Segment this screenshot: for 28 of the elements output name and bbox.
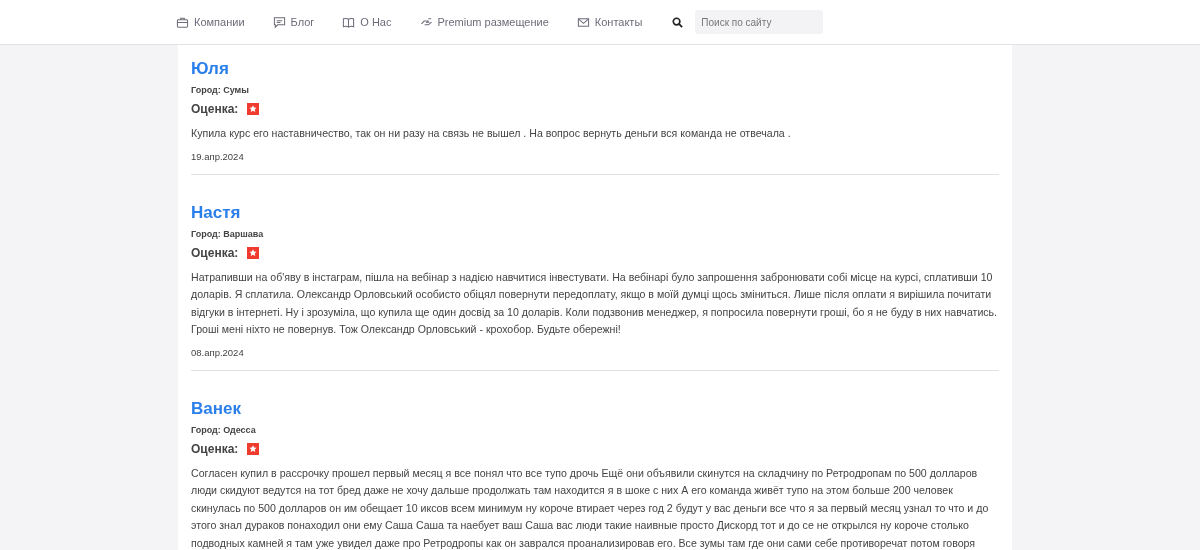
search-icon[interactable] bbox=[672, 16, 684, 28]
review-text: Купила курс его наставничество, так он ни разу на связь не вышел . На вопрос вернуть деньги вся команда не отвечала . bbox=[191, 126, 792, 141]
review-city: Город: Сумы bbox=[191, 85, 250, 95]
rating-label: Оценка: bbox=[191, 102, 239, 116]
nav-link[interactable]: Компании bbox=[176, 15, 245, 29]
star-icon bbox=[247, 246, 260, 259]
mail-icon bbox=[576, 15, 590, 29]
reviewer-name: Ванек bbox=[191, 398, 242, 419]
book-icon bbox=[342, 15, 356, 29]
review-date: 08.апр.2024 bbox=[191, 346, 245, 358]
reviewer-name: Юля bbox=[191, 59, 230, 79]
review-text: Натрапивши на об'яву в інстаграм, пішла на вебінар з надією навчитися інвестувати. На вебінарі було запрошення забронювати собі місце на курсі, сплативши 10 доларів. Я сплатила. Олександр Орловський особисто обіцял повернути передоплату, якщо в моїй думці щось зміниться. Лише після оплати я вирішила почитати відгуки в інтернеті. Ну і зрозуміла, що купила ще один досвід за 10 доларів. Коли подзвонив менеджер, я попросила повернути гроші, бо я не буду в них навчатись. Гроші мені ніхто не повернув. Тож Олександр Орловський - крохобор. Будьте обережні! bbox=[191, 269, 999, 337]
chat-icon bbox=[272, 15, 286, 29]
star-icon bbox=[247, 442, 260, 455]
reviewer-name: Настя bbox=[191, 202, 242, 223]
review-city: Город: Одесса bbox=[191, 424, 257, 435]
nav-link[interactable]: Premium размещение bbox=[419, 15, 549, 29]
briefcase-icon bbox=[176, 15, 189, 29]
review-date: 19.апр.2024 bbox=[191, 150, 245, 162]
rating-label: Оценка: bbox=[191, 245, 239, 260]
search-field[interactable]: Поиск по сайту bbox=[695, 10, 824, 34]
rating-label: Оценка: bbox=[191, 441, 239, 456]
review-text: Согласен купил в рассрочку прошел первый месяц я все понял что все тупо дрочь Ещё они объявили скинутся на складчину по Ретродропам по 500 долларов люди скидуют ведутся на тот бред даже не хочу дальше продолжать там находится я в шоке с них А его команда живёт тупо на этом больше 200 человек скинулась по 500 долларов он им обещает 10 иксов всем минимум ну короче втирает через год 2 будут у вас деньги все что я за первый месяц узнал то что и до этого знал дураков понаходил они ему Саша Саша та наебует ваш Саша вас люди такие наивные просто Дискорд тот и до се не открылся ну короче столько подводных камней я там уже увидел даже про Ретродропы как он заврался проанализировав его. Все зумы там где они сами себе противоречат потом говоря bbox=[191, 465, 990, 550]
nav-link[interactable]: Контакты bbox=[576, 15, 643, 29]
nav-link[interactable]: Блог bbox=[272, 15, 315, 29]
review-city: Город: Варшава bbox=[191, 228, 265, 239]
nav-link[interactable]: О Нас bbox=[342, 15, 392, 29]
star-icon bbox=[247, 103, 260, 115]
